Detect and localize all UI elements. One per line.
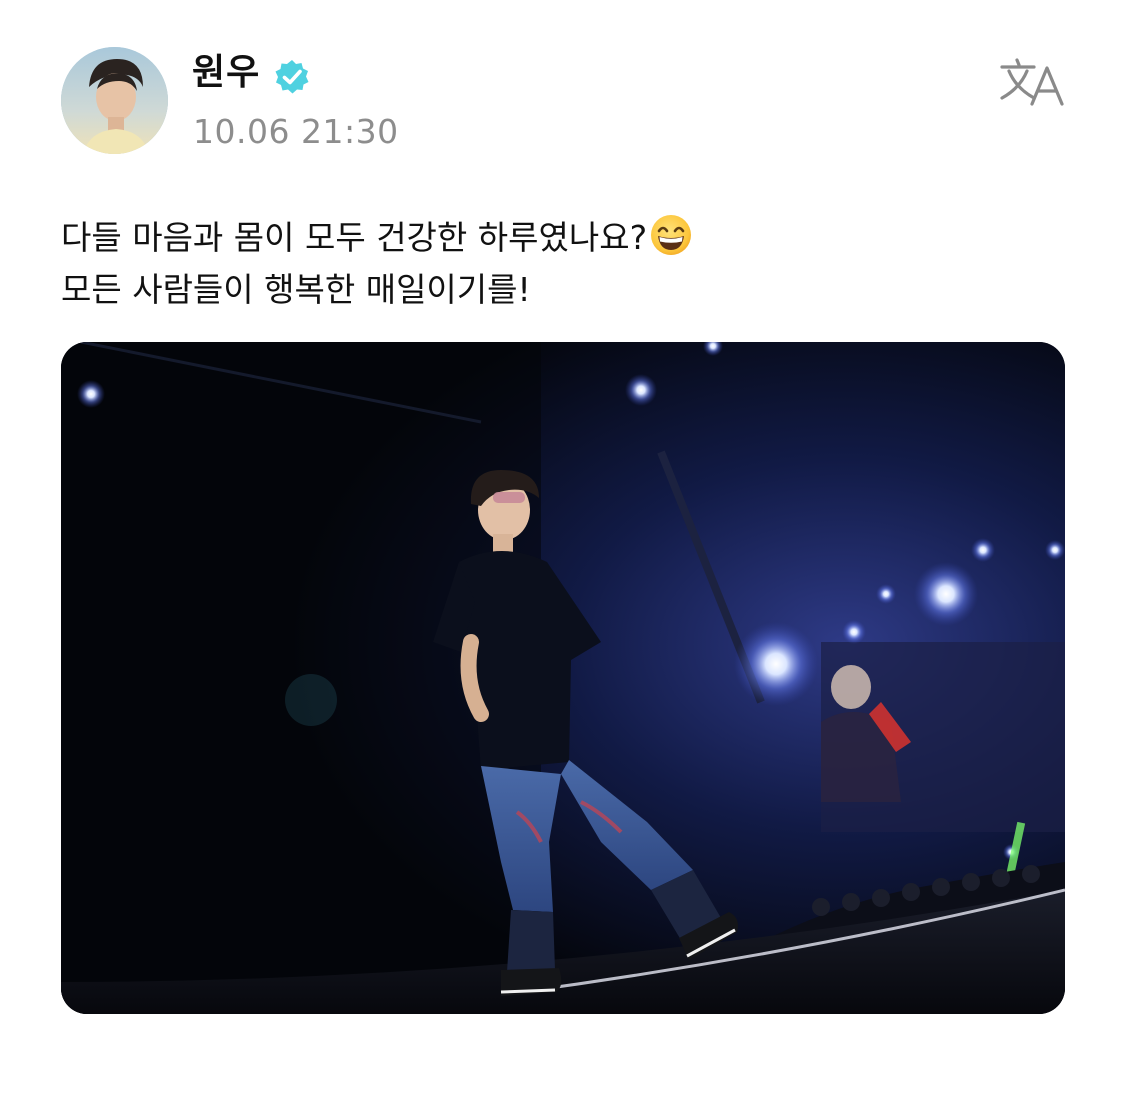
concert-stage-photo — [61, 342, 1065, 1014]
verified-check-icon — [273, 58, 311, 96]
post-text-2: 모든 사람들이 행복한 매일이기를! — [61, 270, 531, 309]
author-name[interactable]: 원우 — [192, 50, 260, 96]
post-line-1: 다들 마음과 몸이 모두 건강한 하루였나요? — [61, 212, 1061, 264]
post-photo[interactable] — [61, 342, 1065, 1014]
avatar[interactable] — [61, 47, 168, 154]
translate-icon[interactable] — [998, 56, 1068, 108]
post-line-2: 모든 사람들이 행복한 매일이기를! — [61, 264, 1061, 316]
grinning-face-emoji-icon — [649, 213, 693, 257]
post-text-1: 다들 마음과 몸이 모두 건강한 하루였나요? — [61, 218, 648, 257]
post-timestamp: 10.06 21:30 — [193, 112, 399, 151]
post-body: 다들 마음과 몸이 모두 건강한 하루였나요? 모든 사람들이 행복한 매일이기… — [61, 212, 1061, 316]
post-card: 원우 10.06 21:30 다들 마음과 몸이 모두 건강한 하루였나요? 모… — [0, 0, 1125, 1094]
avatar-image — [61, 47, 168, 154]
